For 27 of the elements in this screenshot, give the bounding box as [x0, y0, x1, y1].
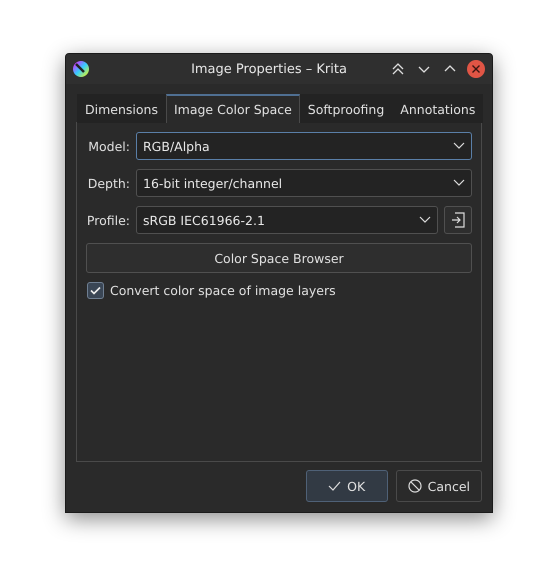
- field-label: Depth:: [86, 176, 130, 190]
- ok-button[interactable]: OK: [306, 470, 388, 502]
- chevron-down-icon: [419, 216, 431, 224]
- cancel-icon: [408, 479, 422, 493]
- dropdown[interactable]: RGB/Alpha: [136, 132, 472, 160]
- color-space-browser-button[interactable]: Color Space Browser: [86, 243, 472, 273]
- import-button[interactable]: [444, 206, 472, 234]
- app-logo-icon: [72, 60, 90, 78]
- tab[interactable]: Image Color Space: [166, 94, 300, 123]
- dropdown[interactable]: sRGB IEC61966-2.1: [136, 206, 438, 234]
- checkmark-icon: [90, 286, 101, 295]
- checkbox[interactable]: [87, 282, 104, 299]
- tab[interactable]: Dimensions: [77, 94, 166, 123]
- window-title: Image Properties – Krita: [190, 62, 348, 76]
- chevron-down-icon: [453, 142, 465, 150]
- field-label: Profile:: [86, 212, 130, 228]
- close-button[interactable]: [466, 59, 486, 79]
- chevron-down-icon: [453, 179, 465, 187]
- tab[interactable]: Softproofing: [300, 94, 392, 123]
- cancel-button[interactable]: Cancel: [396, 470, 482, 502]
- field-label: Model:: [87, 138, 130, 154]
- tab[interactable]: Annotations: [392, 94, 484, 123]
- checkbox-label: Convert color space of image layers: [110, 283, 336, 298]
- double-chevron-up-icon: [391, 62, 405, 76]
- checkmark-icon: [328, 481, 342, 491]
- import-icon: [451, 212, 465, 228]
- dropdown[interactable]: 16-bit integer/channel: [136, 169, 472, 197]
